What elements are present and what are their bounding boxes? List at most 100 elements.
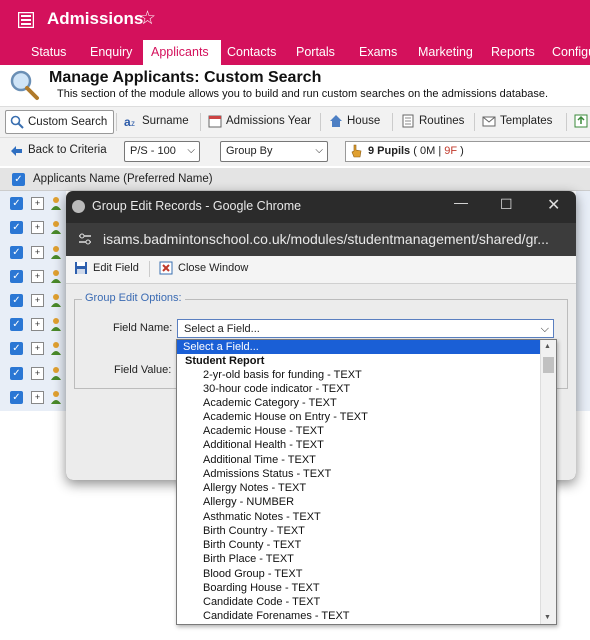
tab-marketing[interactable]: Marketing [412,40,479,65]
page-title: Manage Applicants: Custom Search [49,69,322,86]
tab-enquiry[interactable]: Enquiry [84,40,138,65]
hand-icon [351,144,362,158]
dropdown-option[interactable]: Academic House on Entry - TEXT [177,410,368,424]
tab-status[interactable]: Status [25,40,72,65]
tab-applicants[interactable]: Applicants [143,40,221,65]
scroll-up-icon[interactable]: ▲ [544,343,551,350]
row-checkbox[interactable]: ✓ [10,197,23,210]
column-header-name: Applicants Name (Preferred Name) [33,173,213,185]
admissions-icon [18,12,34,28]
edit-field-button[interactable]: Edit Field [74,262,139,274]
person-icon [51,391,61,404]
dropdown-option[interactable]: Allergy Notes - TEXT [177,481,306,495]
custom-search-button[interactable]: Custom Search [5,110,115,134]
chevron-down-icon: ⌵ [315,145,323,156]
dropdown-scrollbar[interactable]: ▲ ▼ [540,340,556,624]
row-checkbox[interactable]: ✓ [10,221,23,234]
scrollbar-thumb[interactable] [543,357,554,373]
dropdown-option[interactable]: Academic Category - TEXT [177,396,337,410]
dropdown-option[interactable]: 30-hour code indicator - TEXT [177,382,350,396]
tab-configuration[interactable]: Configu [546,40,590,65]
maximize-icon[interactable]: ☐ [500,196,513,213]
person-icon [51,246,61,259]
results-toolbar: Back to Criteria P/S - 100 ⌵ Group By ⌵ 9 … [0,138,590,166]
dropdown-option[interactable]: Blood Group - TEXT [177,567,302,581]
chrome-site-icon [72,200,85,213]
envelope-icon [482,116,496,127]
popup-window-title: Group Edit Records - Google Chrome [92,199,302,213]
expand-icon[interactable]: + [31,221,44,234]
dropdown-option[interactable]: Asthmatic Notes - TEXT [177,510,321,524]
search-icon [10,115,24,129]
svg-text:a: a [124,115,131,128]
house-button[interactable]: House [325,110,386,132]
row-checkbox[interactable]: ✓ [10,246,23,259]
expand-icon[interactable]: + [31,246,44,259]
dropdown-option[interactable]: Boarding House - TEXT [177,581,320,595]
row-checkbox[interactable]: ✓ [10,294,23,307]
dropdown-option[interactable]: 2-yr-old basis for funding - TEXT [177,368,362,382]
minimize-icon[interactable]: — [454,194,468,210]
svg-text:z: z [131,119,135,128]
dropdown-option[interactable]: Additional Time - TEXT [177,453,316,467]
tab-contacts[interactable]: Contacts [221,40,282,65]
routines-button[interactable]: Routines [397,110,470,132]
row-checkbox[interactable]: ✓ [10,367,23,380]
page-description: This section of the module allows you to… [57,88,548,100]
close-window-button[interactable]: Close Window [159,261,248,275]
dropdown-option[interactable]: Admissions Status - TEXT [177,467,331,481]
field-name-label: Field Name: [113,322,173,334]
person-icon [51,294,61,307]
dropdown-option-selected[interactable]: Select a Field... [177,340,545,354]
dropdown-option[interactable]: Candidate Code - TEXT [177,595,320,609]
search-toolbar: Custom Search az Surname Admissions Year… [0,106,590,138]
row-checkbox[interactable]: ✓ [10,391,23,404]
alphabet-icon: az [124,115,135,128]
field-name-dropdown-list: Select a Field... Student Report 2-yr-ol… [176,339,557,625]
dropdown-option[interactable]: Birth Country - TEXT [177,524,305,538]
favourite-star-icon[interactable]: ☆ [139,7,156,30]
person-icon [51,367,61,380]
document-icon [402,114,414,128]
templates-button[interactable]: Templates [478,110,558,132]
app-header: Admissions ☆ [0,0,590,40]
expand-icon[interactable]: + [31,367,44,380]
field-name-select[interactable]: Select a Field... ⌵ [177,319,554,338]
scroll-down-icon[interactable]: ▼ [544,614,551,621]
site-settings-icon[interactable] [78,233,92,245]
row-checkbox[interactable]: ✓ [10,342,23,355]
main-nav: Status Enquiry Applicants Contacts Porta… [0,40,590,65]
expand-icon[interactable]: + [31,197,44,210]
dropdown-option[interactable]: Birth County - TEXT [177,538,301,552]
page-size-select[interactable]: P/S - 100 ⌵ [124,141,200,162]
close-icon[interactable]: ✕ [547,195,560,215]
tab-exams[interactable]: Exams [353,40,403,65]
expand-icon[interactable]: + [31,318,44,331]
person-icon [51,197,61,210]
dropdown-option[interactable]: Academic House - TEXT [177,424,324,438]
close-window-icon [159,261,173,275]
app-title: Admissions [47,9,144,28]
dropdown-option[interactable]: Candidate Forenames - TEXT [177,609,350,623]
tab-reports[interactable]: Reports [485,40,541,65]
back-to-criteria-button[interactable]: Back to Criteria [10,144,107,156]
group-by-select[interactable]: Group By ⌵ [220,141,328,162]
select-all-checkbox[interactable]: ✓ [12,173,25,186]
row-checkbox[interactable]: ✓ [10,270,23,283]
export-icon[interactable] [574,114,588,128]
dropdown-option[interactable]: Additional Health - TEXT [177,438,324,452]
expand-icon[interactable]: + [31,391,44,404]
expand-icon[interactable]: + [31,270,44,283]
expand-icon[interactable]: + [31,294,44,307]
tab-portals[interactable]: Portals [290,40,341,65]
admissions-year-button[interactable]: Admissions Year [204,110,317,132]
expand-icon[interactable]: + [31,342,44,355]
url-text[interactable]: isams.badmintonschool.co.uk/modules/stud… [103,231,549,247]
calendar-icon [208,115,222,128]
dropdown-option[interactable]: Allergy - NUMBER [177,495,294,509]
row-checkbox[interactable]: ✓ [10,318,23,331]
person-icon [51,270,61,283]
dropdown-option[interactable]: Birth Place - TEXT [177,552,294,566]
surname-button[interactable]: az Surname [120,110,195,132]
save-icon [75,262,87,274]
